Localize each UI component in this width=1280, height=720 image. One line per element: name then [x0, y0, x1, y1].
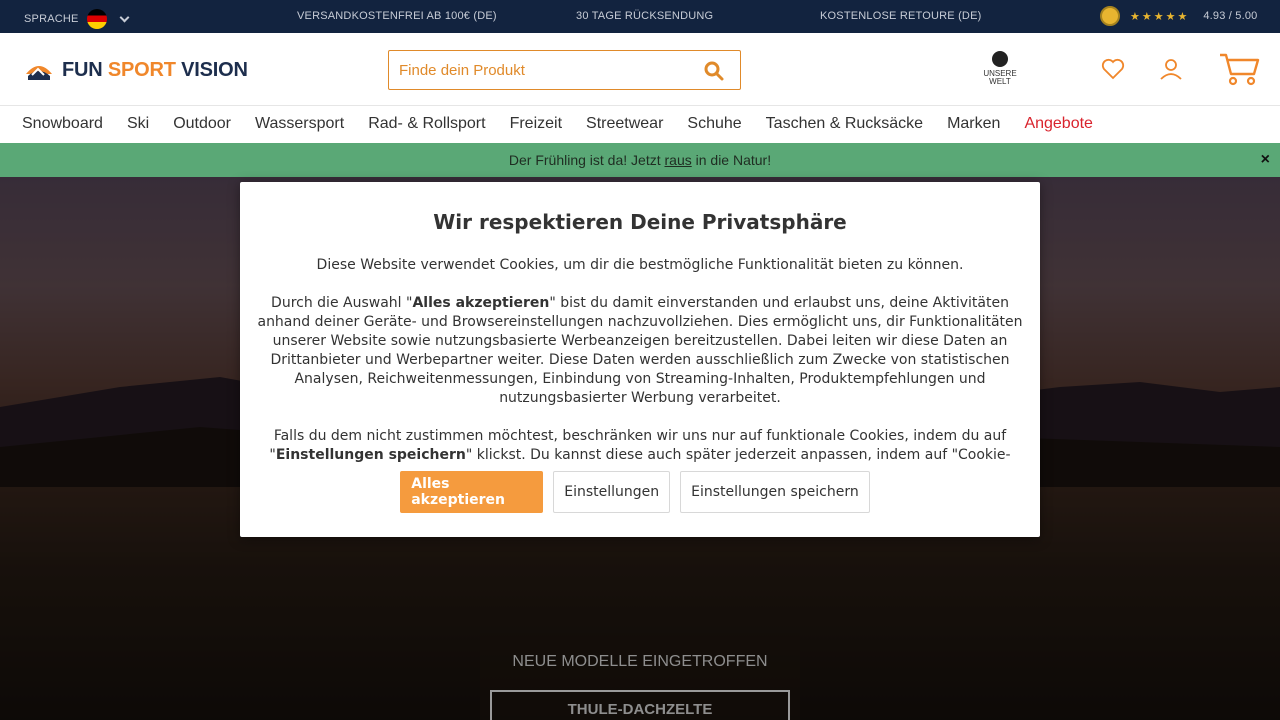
wishlist-heart-icon[interactable]: [1101, 58, 1125, 80]
site-header: FUN SPORT VISION UNSERE WELT: [0, 33, 1280, 106]
nav-item-angebote[interactable]: Angebote: [1024, 115, 1093, 133]
nav-item-snowboard[interactable]: Snowboard: [22, 115, 103, 133]
account-icon[interactable]: [1159, 57, 1183, 81]
language-selector[interactable]: Sprache: [24, 9, 130, 29]
cookie-paragraph-2: Durch die Auswahl "Alles akzeptieren" bi…: [257, 295, 1023, 406]
language-label: Sprache: [24, 13, 79, 25]
hero-kicker: Neue Modelle eingetroffen: [512, 653, 768, 670]
nav-item-marken[interactable]: Marken: [947, 115, 1000, 133]
nav-item-schuhe[interactable]: Schuhe: [687, 115, 741, 133]
cookie-paragraph-1: Diese Website verwendet Cookies, um dir …: [316, 257, 964, 273]
top-info-bar: Sprache Versandkostenfrei ab 100€ (DE) 3…: [0, 0, 1280, 33]
trusted-shops-icon: [1100, 6, 1120, 26]
main-navigation: Snowboard Ski Outdoor Wassersport Rad- &…: [0, 106, 1280, 143]
cookie-button-row: Alles akzeptieren Einstellungen Einstell…: [240, 471, 1040, 513]
accept-all-button[interactable]: Alles akzeptieren: [400, 471, 544, 513]
cookie-modal-body: Diese Website verwendet Cookies, um dir …: [252, 256, 1028, 464]
rating-stars-icon: ★★★★★: [1130, 10, 1190, 23]
nav-item-freizeit[interactable]: Freizeit: [510, 115, 562, 133]
promo-text-before: Der Frühling ist da! Jetzt: [508, 152, 665, 168]
unsere-welt-link[interactable]: UNSERE WELT: [978, 51, 1022, 86]
world-icon: [992, 51, 1008, 67]
hero-teaser: Neue Modelle eingetroffen Thule-Dachzelt…: [480, 633, 800, 720]
promo-banner: Der Frühling ist da! Jetzt raus in die N…: [0, 143, 1280, 177]
trusted-shops-rating[interactable]: ★★★★★ 4.93 / 5.00: [1100, 6, 1258, 26]
cookie-consent-modal: Wir respektieren Deine Privatsphäre Dies…: [240, 182, 1040, 537]
settings-button[interactable]: Einstellungen: [553, 471, 671, 513]
nav-item-taschen-rucksaecke[interactable]: Taschen & Rucksäcke: [766, 115, 923, 133]
cookie-modal-title: Wir respektieren Deine Privatsphäre: [433, 210, 847, 234]
logo-text: FUN SPORT VISION: [62, 59, 248, 81]
logo-mark-icon: [26, 65, 52, 80]
nav-item-wassersport[interactable]: Wassersport: [255, 115, 344, 133]
german-flag-icon: [86, 9, 107, 29]
nav-item-streetwear[interactable]: Streetwear: [586, 115, 663, 133]
usp-free-shipping: Versandkostenfrei ab 100€ (DE): [297, 10, 497, 22]
save-settings-button[interactable]: Einstellungen speichern: [680, 471, 870, 513]
nav-item-rad-rollsport[interactable]: Rad- & Rollsport: [368, 115, 485, 133]
rating-value: 4.93 / 5.00: [1203, 10, 1258, 22]
chevron-down-icon: [119, 12, 130, 22]
cookie-paragraph-3: Falls du dem nicht zustimmen möchtest, b…: [269, 428, 1011, 463]
usp-return-period: 30 Tage Rücksendung: [576, 10, 714, 22]
cart-icon[interactable]: [1218, 52, 1260, 86]
usp-free-return: Kostenlose Retoure (DE): [820, 10, 982, 22]
hero-cta-button[interactable]: Thule-Dachzelte: [490, 690, 790, 720]
nav-item-ski[interactable]: Ski: [127, 115, 149, 133]
promo-link[interactable]: raus: [665, 152, 692, 168]
unsere-welt-line2: WELT: [989, 77, 1011, 86]
search-icon[interactable]: [702, 59, 726, 83]
search-box: [388, 50, 741, 90]
nav-item-outdoor[interactable]: Outdoor: [173, 115, 231, 133]
site-logo[interactable]: FUN SPORT VISION: [24, 59, 248, 82]
search-input[interactable]: [389, 51, 689, 89]
promo-text-after: in die Natur!: [691, 152, 772, 168]
promo-close-icon[interactable]: ×: [1261, 143, 1270, 177]
